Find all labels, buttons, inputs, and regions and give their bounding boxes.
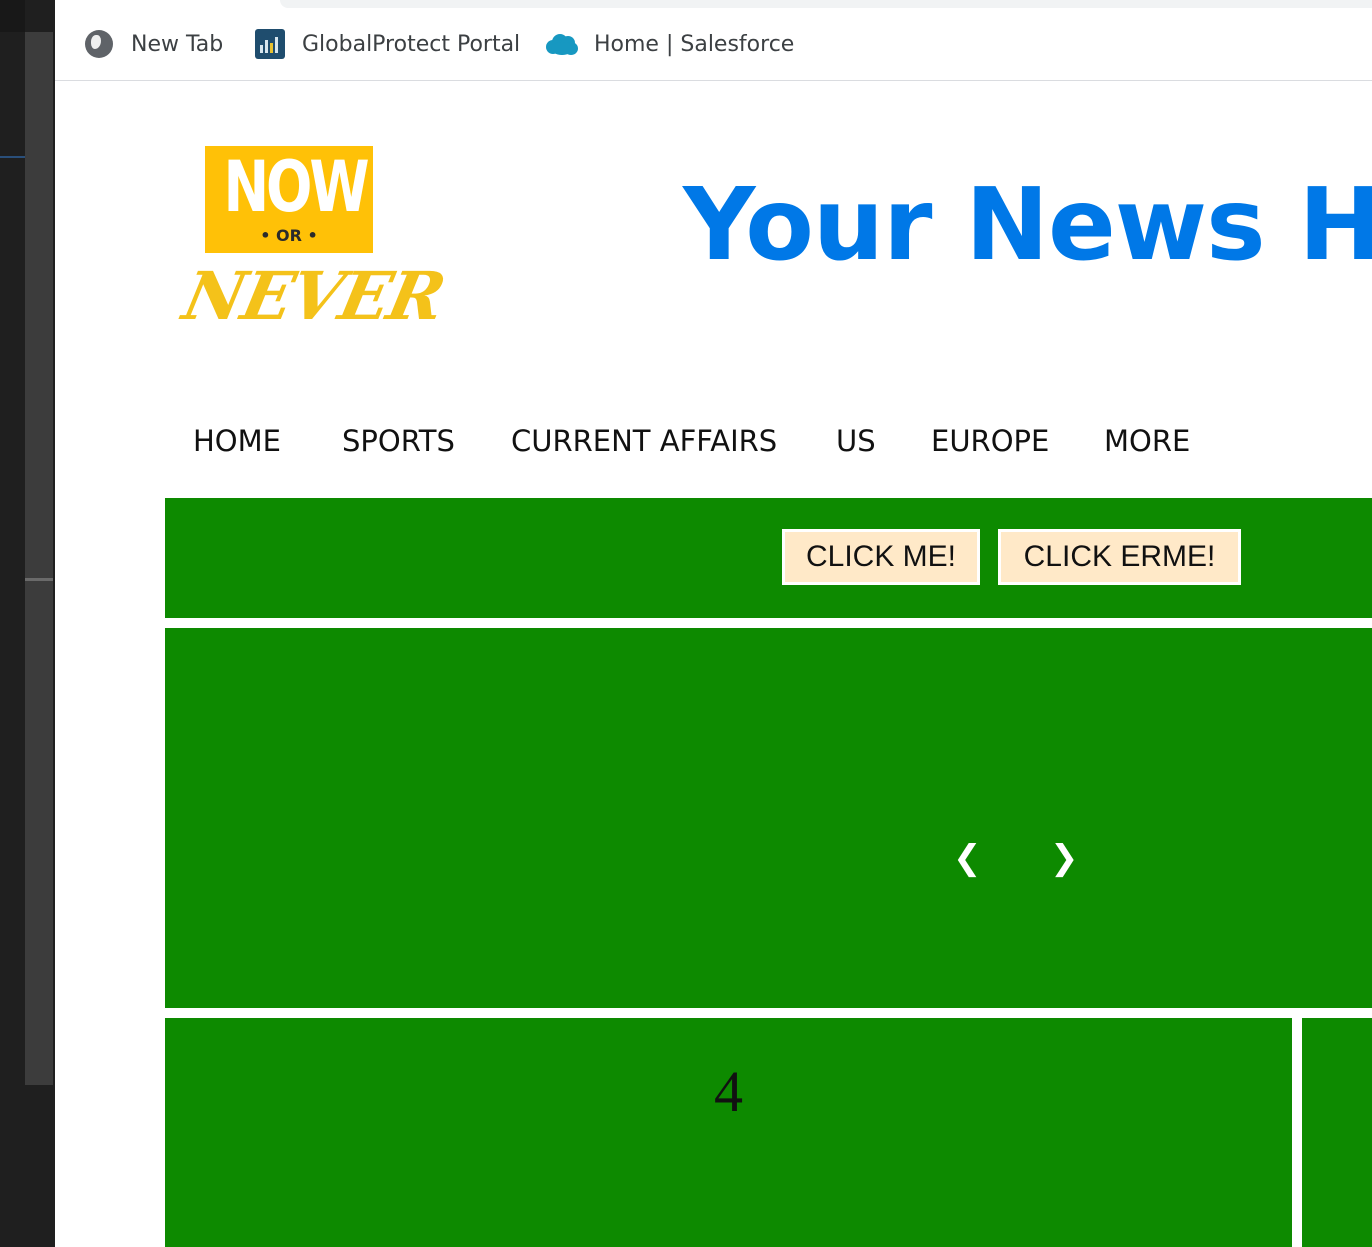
nav-more[interactable]: MORE xyxy=(1104,418,1190,464)
globe-icon xyxy=(83,28,115,60)
button-bar: CLICK ME! CLICK ERME! xyxy=(165,498,1372,618)
scrollbar-marker xyxy=(25,578,53,581)
bookmark-label: New Tab xyxy=(131,31,224,57)
bookmark-label: GlobalProtect Portal xyxy=(302,31,521,57)
carousel-next-icon[interactable]: ❯ xyxy=(1050,833,1079,883)
bookmark-label: Home | Salesforce xyxy=(594,31,795,57)
nav-us[interactable]: US xyxy=(836,418,876,464)
logo-or-text: • OR • xyxy=(260,226,318,245)
nav-current-affairs[interactable]: CURRENT AFFAIRS xyxy=(511,418,777,464)
editor-scrollbar[interactable] xyxy=(25,32,53,1085)
carousel-panel: ❮ ❯ xyxy=(165,628,1372,1008)
site-logo[interactable]: NOW • OR • NEVER xyxy=(177,146,450,336)
globalprotect-icon xyxy=(254,28,286,60)
nav-sports[interactable]: SPORTS xyxy=(342,418,455,464)
editor-top-bar xyxy=(0,0,25,32)
card-panel: 4 xyxy=(165,1018,1292,1247)
bookmark-new-tab[interactable]: New Tab xyxy=(83,26,223,62)
bookmark-globalprotect[interactable]: GlobalProtect Portal xyxy=(254,26,520,62)
left-editor-strip xyxy=(0,0,55,1247)
bookmarks-bar: New Tab GlobalProtect Portal Home | Sale… xyxy=(55,8,1372,81)
site-headline: Your News H xyxy=(683,166,1372,283)
nav-home[interactable]: HOME xyxy=(193,418,281,464)
editor-active-line xyxy=(0,156,25,158)
nav-europe[interactable]: EUROPE xyxy=(931,418,1049,464)
card-panel-next xyxy=(1302,1018,1372,1247)
logo-never-text: NEVER xyxy=(176,257,451,335)
salesforce-cloud-icon xyxy=(546,28,578,60)
card-number: 4 xyxy=(714,1059,743,1124)
click-erme-button[interactable]: CLICK ERME! xyxy=(998,529,1241,585)
carousel-prev-icon[interactable]: ❮ xyxy=(953,833,982,883)
logo-now-text: NOW xyxy=(223,146,369,228)
bookmark-salesforce[interactable]: Home | Salesforce xyxy=(546,26,794,62)
browser-window: New Tab GlobalProtect Portal Home | Sale… xyxy=(55,0,1372,1247)
tab-strip-edge xyxy=(280,0,1372,8)
click-me-button[interactable]: CLICK ME! xyxy=(782,529,980,585)
